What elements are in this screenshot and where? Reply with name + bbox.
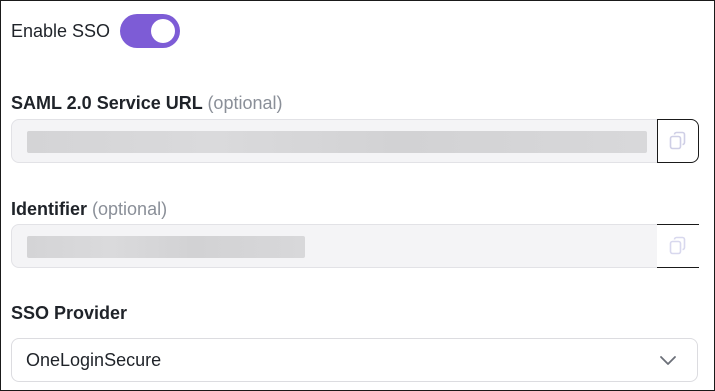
enable-sso-toggle[interactable] <box>120 14 181 48</box>
chevron-down-icon <box>660 356 676 365</box>
enable-sso-label: Enable SSO <box>11 20 111 41</box>
identifier-copy-button[interactable] <box>657 224 699 268</box>
identifier-label-text: Identifier <box>11 199 88 219</box>
sso-provider-label: SSO Provider <box>11 303 128 323</box>
saml-url-field[interactable] <box>11 119 658 163</box>
saml-url-label: SAML 2.0 Service URL (optional) <box>11 93 282 114</box>
identifier-field[interactable] <box>11 224 658 268</box>
toggle-knob <box>151 19 176 43</box>
saml-url-label-text: SAML 2.0 Service URL <box>11 93 203 113</box>
saml-url-copy-button[interactable] <box>657 119 699 163</box>
identifier-label: Identifier (optional) <box>11 199 167 220</box>
saml-url-redacted-value <box>27 131 647 153</box>
enable-sso-row: Enable SSO <box>11 13 181 49</box>
saml-url-optional-hint: (optional) <box>207 93 283 113</box>
copy-icon <box>669 236 686 255</box>
copy-icon <box>669 131 686 150</box>
sso-provider-selected-value: OneLoginSecure <box>26 349 162 370</box>
sso-settings-panel: Enable SSO SAML 2.0 Service URL (optiona… <box>0 0 715 391</box>
sso-provider-select[interactable]: OneLoginSecure <box>11 338 698 382</box>
identifier-redacted-value <box>27 236 305 258</box>
identifier-optional-hint: (optional) <box>92 199 168 219</box>
